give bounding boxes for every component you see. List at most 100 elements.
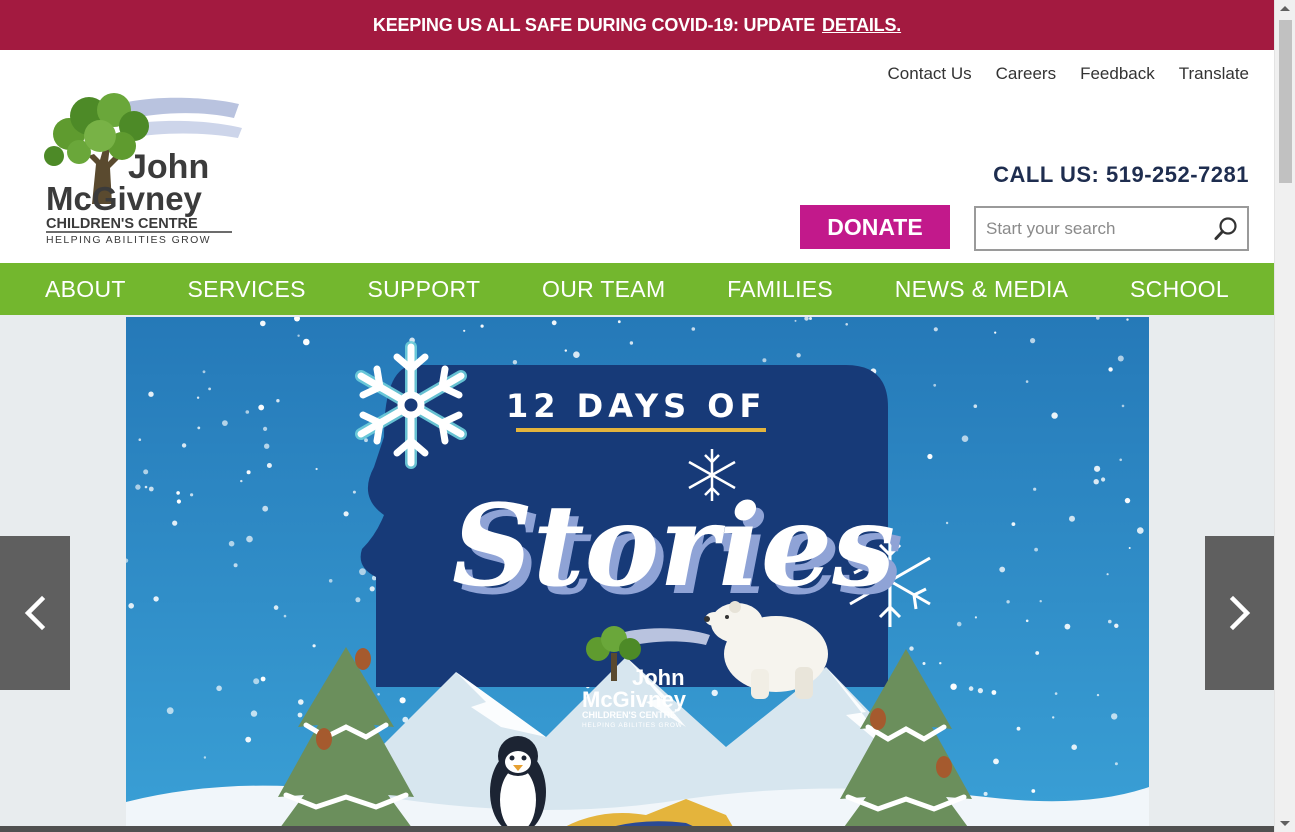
- nav-news-media[interactable]: NEWS & MEDIA: [895, 276, 1069, 303]
- snowflake-dot: [1052, 716, 1055, 719]
- snowflake-dot: [762, 358, 767, 363]
- nav-support[interactable]: SUPPORT: [367, 276, 480, 303]
- snowflake-dot: [1030, 338, 1036, 344]
- snowflake-dot: [956, 621, 962, 627]
- covid-alert-bar: KEEPING US ALL SAFE DURING COVID-19: UPD…: [0, 0, 1274, 50]
- snowflake-dot: [144, 485, 148, 489]
- snowflake-dot: [355, 597, 361, 603]
- snowflake-dot: [303, 338, 310, 346]
- search-input[interactable]: [976, 218, 1206, 239]
- covid-alert-text: KEEPING US ALL SAFE DURING COVID-19: UPD…: [372, 14, 816, 35]
- snowflake-dot: [1114, 623, 1119, 628]
- snowflake-dot: [845, 323, 848, 326]
- snowflake-dot: [312, 644, 316, 648]
- snowflake-dot: [809, 317, 812, 320]
- snowflake-dot: [399, 697, 406, 704]
- snowflake-dot: [359, 568, 366, 576]
- scroll-up-arrow-icon[interactable]: [1280, 6, 1290, 11]
- snowflake-dot: [197, 426, 201, 430]
- snowflake-dot: [1137, 527, 1144, 534]
- snowflake-dot: [260, 676, 266, 682]
- logo-tagline: HELPING ABILITIES GROW: [46, 234, 211, 246]
- nav-families[interactable]: FAMILIES: [727, 276, 833, 303]
- snowflake-dot: [950, 683, 957, 690]
- donate-button[interactable]: DONATE: [800, 205, 950, 249]
- covid-details-link[interactable]: DETAILS.: [822, 15, 901, 36]
- snowflake-dot: [233, 563, 238, 568]
- snowflake-dot: [245, 736, 252, 743]
- chevron-right-icon: [1229, 595, 1251, 631]
- snowflake-dot: [1025, 380, 1029, 383]
- snowflake-dot: [176, 499, 181, 504]
- snowflake-dot: [691, 327, 696, 331]
- snowflake-dot: [1096, 693, 1100, 697]
- banner-title-main: Stories: [452, 481, 895, 612]
- snowflake-dot: [1069, 515, 1075, 522]
- snowflake-dot: [796, 353, 801, 358]
- nav-services[interactable]: SERVICES: [187, 276, 305, 303]
- snowflake-dot: [328, 579, 333, 583]
- snowflake-dot: [564, 349, 567, 352]
- feedback-link[interactable]: Feedback: [1080, 64, 1155, 84]
- snowflake-dot: [1051, 412, 1058, 419]
- snowflake-dot: [1034, 547, 1038, 552]
- snowflake-dot: [973, 404, 978, 408]
- carousel-next-button[interactable]: [1205, 536, 1274, 690]
- translate-link[interactable]: Translate: [1179, 64, 1249, 84]
- snowflake-dot: [922, 662, 926, 665]
- snowflake-dot: [983, 791, 988, 796]
- snowflake-dot: [1054, 692, 1058, 695]
- snowflake-dot: [262, 505, 269, 512]
- snowflake-dot: [297, 334, 300, 337]
- snowflake-dot: [190, 493, 194, 497]
- call-us-phone[interactable]: CALL US: 519-252-7281: [993, 162, 1249, 188]
- snowflake-dot: [1101, 477, 1106, 482]
- snowflake-dot: [1126, 318, 1129, 321]
- snowflake-dot: [266, 463, 272, 468]
- snowflake-dot: [166, 707, 174, 715]
- snowflake-dot: [181, 443, 187, 448]
- twelve-days-of-stories-banner[interactable]: 12 DAYS OF Stories Stories John McGivney…: [126, 317, 1149, 832]
- snowflake-dot: [283, 614, 287, 618]
- snowflake-dot: [1011, 522, 1016, 526]
- nav-about[interactable]: ABOUT: [45, 276, 126, 303]
- snowflake-dot: [927, 453, 933, 460]
- snowflake-dot: [298, 699, 304, 705]
- snowflake-dot: [369, 586, 375, 592]
- snowflake-dot: [463, 329, 466, 332]
- nav-school[interactable]: SCHOOL: [1130, 276, 1229, 303]
- snowflake-dot: [968, 686, 974, 691]
- snowflake-dot: [939, 662, 942, 665]
- scroll-down-arrow-icon[interactable]: [1280, 821, 1290, 826]
- snowflake-dot: [297, 712, 303, 718]
- nav-our-team[interactable]: OUR TEAM: [542, 276, 665, 303]
- snowflake-dot: [148, 486, 154, 492]
- snowflake-dot: [264, 443, 270, 449]
- page-scrollbar[interactable]: [1274, 0, 1295, 832]
- snowflake-dot: [128, 603, 134, 609]
- snowflake-dot: [1071, 744, 1077, 750]
- snowflake-dot: [1039, 600, 1042, 603]
- banner-logo-tagline: HELPING ABILITIES GROW: [582, 722, 683, 729]
- scrollbar-thumb[interactable]: [1279, 20, 1292, 183]
- snowflake-dot: [1033, 487, 1037, 491]
- banner-title-top: 12 DAYS OF: [506, 387, 766, 425]
- page-bottom-edge: [0, 826, 1274, 832]
- snowflake-dot: [1094, 465, 1101, 472]
- snowflake-dot: [909, 646, 914, 651]
- site-header: Contact Us Careers Feedback Translate Jo…: [0, 50, 1274, 263]
- snowflake-dot: [794, 319, 797, 322]
- site-logo[interactable]: John McGivney CHILDREN'S CENTRE HELPING …: [34, 86, 244, 246]
- snowflake-dot: [222, 420, 228, 426]
- snowflake-dot: [172, 520, 178, 526]
- snowflake-dot: [250, 710, 258, 717]
- snowflake-dot: [617, 320, 621, 324]
- careers-link[interactable]: Careers: [996, 64, 1056, 84]
- carousel-prev-button[interactable]: [0, 536, 70, 690]
- contact-us-link[interactable]: Contact Us: [888, 64, 972, 84]
- snowflake-dot: [143, 469, 149, 475]
- banner-logo-mcgivney: McGivney: [582, 687, 687, 712]
- snowflake-dot: [148, 391, 154, 397]
- snowflake-dot: [1035, 651, 1040, 655]
- magnifier-icon[interactable]: [1213, 216, 1239, 242]
